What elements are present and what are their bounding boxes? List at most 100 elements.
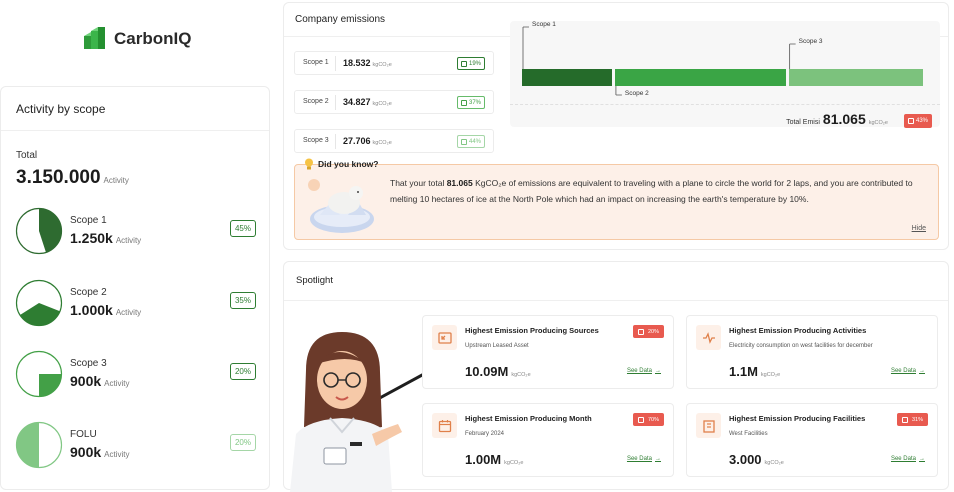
see-data-link[interactable]: See Data → <box>891 456 925 462</box>
carboniq-logo-icon <box>84 27 106 51</box>
pie-slice <box>39 374 62 397</box>
total-emission-value: 81.065 <box>822 111 866 127</box>
row-percent-badge: 44% <box>456 135 485 148</box>
bar-label-2: Scope 2 <box>624 90 649 97</box>
spotlight-percent-badge: 31% <box>896 413 928 426</box>
row-label: Scope 1 <box>303 59 329 66</box>
presenter-illustration <box>290 332 425 492</box>
spotlight-card-month[interactable]: Highest Emission Producing Month Februar… <box>422 403 674 477</box>
leader-line-3 <box>789 43 796 69</box>
scope-value: 1.000k Activity <box>70 302 142 318</box>
scope-row-1[interactable]: Scope 1 1.250k Activity 45% <box>15 207 258 257</box>
row-percent-badge: 37% <box>456 96 485 109</box>
bar-segment-3[interactable] <box>788 69 923 86</box>
spotlight-card-activities[interactable]: Highest Emission Producing Activities El… <box>686 315 938 389</box>
bar-label-3: Scope 3 <box>798 38 823 45</box>
trend-icon <box>901 416 908 423</box>
spotlight-card-sources[interactable]: Highest Emission Producing Sources Upstr… <box>422 315 674 389</box>
spotlight-card-facilities[interactable]: Highest Emission Producing Facilities We… <box>686 403 938 477</box>
did-you-know-heading: Did you know? <box>304 158 378 170</box>
scope-value: 1.250k Activity <box>70 230 142 246</box>
trend-icon <box>637 328 644 335</box>
spotlight-subtitle: Upstream Leased Asset <box>465 343 529 349</box>
brand-name: CarbonIQ <box>114 29 192 48</box>
lightbulb-icon <box>305 158 313 170</box>
scope-name: Scope 1 <box>70 215 107 226</box>
brand-logo: CarbonIQ <box>84 27 191 51</box>
leader-line-2 <box>615 86 622 96</box>
row-value: 34.827 kgCO₂e <box>343 97 392 107</box>
scope-value: 900k Activity <box>70 444 130 460</box>
see-data-link[interactable]: See Data → <box>627 368 661 374</box>
spotlight-value: 10.09M kgCO₂e <box>465 364 531 379</box>
spotlight-name: Highest Emission Producing Activities <box>729 326 867 335</box>
scope-percent-badge: 20% <box>230 434 256 451</box>
trend-icon <box>907 118 914 124</box>
scope-name: Scope 2 <box>70 287 107 298</box>
trend-icon <box>637 416 644 423</box>
folu-pie <box>15 421 63 469</box>
company-emissions-card: Company emissions Scope 1 18.532 kgCO₂e 1… <box>283 2 949 250</box>
dashed-divider <box>510 104 940 105</box>
divider <box>284 300 948 301</box>
spotlight-subtitle: Electricity consumption on west faciliti… <box>729 343 873 349</box>
emission-row-scope-2[interactable]: Scope 2 34.827 kgCO₂e 37% <box>294 90 494 114</box>
pie-slice <box>16 422 39 468</box>
spotlight-value: 1.00M kgCO₂e <box>465 452 524 467</box>
scope-name: Scope 3 <box>70 358 107 369</box>
total-unit: Activity <box>103 176 129 185</box>
scope-3-pie <box>15 350 63 398</box>
spotlight-name: Highest Emission Producing Month <box>465 414 592 423</box>
scope-percent-badge: 35% <box>230 292 256 309</box>
scope-percent-badge: 20% <box>230 363 256 380</box>
total-emission: Total Emisi 81.065 kgCO₂e <box>786 111 888 127</box>
did-you-know-text: That your total 81.065 KgCO₂e of emissio… <box>390 178 913 204</box>
did-you-know-highlight: 81.065 <box>446 178 473 188</box>
see-data-link[interactable]: See Data → <box>627 456 661 462</box>
scope-name: FOLU <box>70 429 97 440</box>
spotlight-value: 1.1M kgCO₂e <box>729 364 781 379</box>
row-percent-badge: 19% <box>456 57 485 70</box>
spotlight-name: Highest Emission Producing Facilities <box>729 414 866 423</box>
scope-row-2[interactable]: Scope 2 1.000k Activity 35% <box>15 279 258 329</box>
activity-title: Activity by scope <box>16 102 106 116</box>
divider <box>1 130 269 131</box>
trend-icon <box>460 138 467 145</box>
spotlight-percent-badge: 70% <box>632 413 664 426</box>
scope-row-3[interactable]: Scope 3 900k Activity 20% <box>15 350 258 400</box>
arrow-right-icon: → <box>655 456 661 462</box>
total-emission-unit: kgCO₂e <box>868 120 888 126</box>
scope-1-pie <box>15 207 63 255</box>
company-emissions-title: Company emissions <box>295 14 386 25</box>
bar-segment-1[interactable] <box>522 69 612 86</box>
total-emission-label: Total Emisi <box>786 119 820 126</box>
emissions-bar-panel: Scope 1 Scope 2 Scope 3 Total Emisi 81.065… <box>510 21 940 128</box>
hide-link[interactable]: Hide <box>912 225 926 232</box>
scope-row-folu[interactable]: FOLU 900k Activity 20% <box>15 421 258 471</box>
spotlight-subtitle: West Facilities <box>729 431 768 437</box>
did-you-know-panel: That your total 81.065 KgCO₂e of emissio… <box>294 164 939 240</box>
bar-segment-2[interactable] <box>614 69 786 86</box>
row-separator <box>335 56 336 71</box>
emission-row-scope-3[interactable]: Scope 3 27.706 kgCO₂e 44% <box>294 129 494 153</box>
bar-leader-lines <box>522 26 796 96</box>
calendar-icon <box>432 413 457 438</box>
bar-label-1: Scope 1 <box>532 21 556 28</box>
row-separator <box>335 95 336 110</box>
emission-row-scope-1[interactable]: Scope 1 18.532 kgCO₂e 19% <box>294 51 494 75</box>
import-icon <box>432 325 457 350</box>
see-data-link[interactable]: See Data → <box>891 368 925 374</box>
trend-icon <box>460 99 467 106</box>
scope-value: 900k Activity <box>70 373 130 389</box>
spotlight-percent-badge: 20% <box>632 325 664 338</box>
arrow-right-icon: → <box>919 368 925 374</box>
row-separator <box>335 134 336 149</box>
row-value: 27.706 kgCO₂e <box>343 136 392 146</box>
total-label: Total <box>16 150 38 161</box>
activity-by-scope-card: Activity by scope Total 3.150.000 Activit… <box>0 86 270 490</box>
row-value: 18.532 kgCO₂e <box>343 58 392 68</box>
spotlight-name: Highest Emission Producing Sources <box>465 326 599 335</box>
trend-icon <box>460 60 467 67</box>
arrow-right-icon: → <box>655 368 661 374</box>
row-label: Scope 3 <box>303 137 329 144</box>
